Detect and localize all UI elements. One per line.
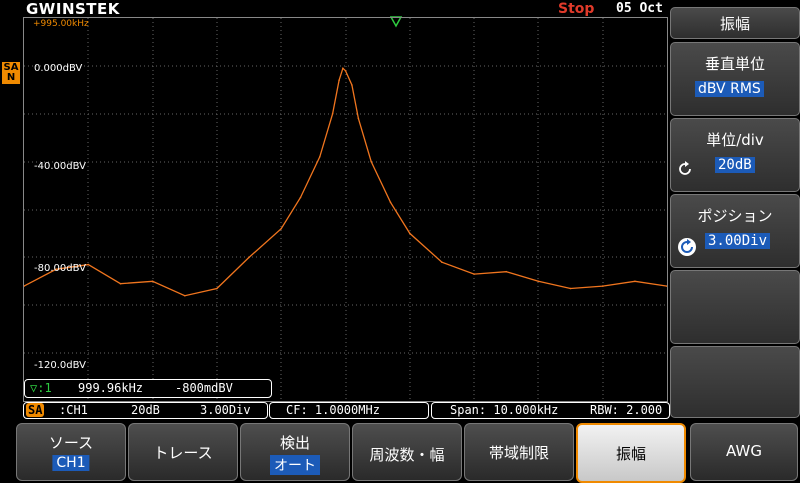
source-button-label: ソース <box>48 434 94 452</box>
spectrum-point <box>441 261 443 263</box>
units-per-div-label: 単位/div <box>706 131 764 149</box>
channel-status: SA :CH1 20dB 3.00Div <box>23 402 268 419</box>
spectrum-point <box>537 280 540 283</box>
spectrum-point <box>299 196 302 199</box>
spectrum-point <box>280 227 283 230</box>
vertical-unit-softkey[interactable]: 垂直単位 dBV RMS <box>670 42 800 116</box>
source-badge: SA <box>26 403 45 417</box>
ref-level-label-3: -120.0dBV <box>34 360 86 371</box>
spectrum-point <box>634 280 636 283</box>
amplitude-button-label: 振幅 <box>615 445 646 463</box>
vertical-unit-label: 垂直単位 <box>704 55 765 73</box>
spectrum-point <box>370 160 373 163</box>
spectrum-point <box>389 201 392 204</box>
units-per-div-softkey[interactable]: 単位/div 20dB <box>670 118 800 192</box>
sa-channel-tag: SA N <box>2 62 20 84</box>
awg-button[interactable]: AWG <box>690 423 798 481</box>
span-text: Span: 10.000kHz <box>450 403 559 417</box>
ref-level-label-2: -80.00dBV <box>34 263 86 274</box>
spectrum-point <box>248 256 250 259</box>
frequency-span-button[interactable]: 周波数・幅 <box>352 423 462 481</box>
empty-softkey-4[interactable] <box>670 270 800 344</box>
side-menu: 振幅 垂直単位 dBV RMS 単位/div 20dB ポジション 3.00Di… <box>668 4 800 418</box>
position-softkey[interactable]: ポジション 3.00Div <box>670 194 800 268</box>
spectrum-point <box>569 287 572 290</box>
source-button-value: CH1 <box>52 455 90 471</box>
ref-level-label-0: 0.000dBV <box>34 63 83 74</box>
status-bar: SA :CH1 20dB 3.00Div CF: 1.0000MHz Span:… <box>23 402 670 419</box>
spectrum-point <box>342 67 344 70</box>
trace-button[interactable]: トレース <box>128 423 238 481</box>
side-menu-title-text: 振幅 <box>719 15 750 33</box>
spectrum-point <box>505 270 508 273</box>
units-per-div-value: 20dB <box>715 157 755 173</box>
vertical-unit-value: dBV RMS <box>695 81 764 97</box>
detection-button-label: 検出 <box>279 434 310 452</box>
spectrum-point <box>344 69 347 72</box>
spectrum-point <box>473 273 475 275</box>
spectrum-point <box>601 285 604 287</box>
active-knob-icon <box>678 238 696 256</box>
date-display: 05 Oct <box>616 1 663 16</box>
spectrum-point <box>351 84 353 86</box>
rbw-text: RBW: 2.000 <box>590 403 663 417</box>
marker-id: ▽:1 <box>30 381 52 395</box>
sa-channel-tag-text: SA N <box>3 62 19 83</box>
side-menu-title: 振幅 <box>670 7 800 39</box>
spectrum-point <box>119 282 122 285</box>
empty-softkey-5[interactable] <box>670 346 800 418</box>
marker-level: -800mdBV <box>175 381 233 395</box>
variable-knob-icon <box>679 161 691 175</box>
brand-logo: GWINSTEK <box>26 0 120 18</box>
status-scale: 20dB <box>131 403 160 417</box>
ref-level-label-1: -40.00dBV <box>34 161 86 172</box>
frequency-span-button-label: 周波数・幅 <box>369 446 445 464</box>
spectrum-point <box>184 294 186 297</box>
marker-readout: ▽:1 999.96kHz -800mdBV <box>24 379 272 398</box>
spectrum-point <box>151 280 154 283</box>
run-status: Stop <box>558 1 595 17</box>
source-button[interactable]: ソース CH1 <box>16 423 126 481</box>
start-frequency-label: +995.00kHz <box>33 19 89 29</box>
spectrum-point <box>319 156 321 158</box>
marker-frequency: 999.96kHz <box>78 381 144 395</box>
spectrum-point <box>409 232 411 235</box>
amplitude-button[interactable]: 振幅 <box>576 423 686 483</box>
detection-button-value: オート <box>270 455 320 475</box>
spectrum-graticule <box>23 17 668 402</box>
status-position: 3.00Div <box>200 403 251 417</box>
center-frequency-status: CF: 1.0000MHz <box>269 402 429 419</box>
spectrum-point <box>216 287 218 290</box>
status-channel: :CH1 <box>59 403 88 417</box>
center-frequency-text: CF: 1.0000MHz <box>286 403 380 417</box>
spectrum-plot <box>24 18 667 401</box>
spectrum-point <box>331 113 334 115</box>
position-label: ポジション <box>697 207 773 225</box>
bandwidth-limit-button[interactable]: 帯域制限 <box>464 423 574 481</box>
bottom-menu: ソース CH1 トレース 検出 オート 周波数・幅 帯域制限 振幅 AWG <box>0 420 800 483</box>
spectrum-point <box>87 263 90 266</box>
bandwidth-limit-button-label: 帯域制限 <box>488 444 549 462</box>
spectrum-point <box>357 117 360 120</box>
position-value: 3.00Div <box>705 233 771 249</box>
span-rbw-status: Span: 10.000kHz RBW: 2.000 <box>431 402 670 419</box>
detection-button[interactable]: 検出 オート <box>240 423 350 481</box>
spectrum-point <box>338 79 340 81</box>
awg-button-label: AWG <box>726 442 762 460</box>
trace-button-label: トレース <box>153 444 213 462</box>
